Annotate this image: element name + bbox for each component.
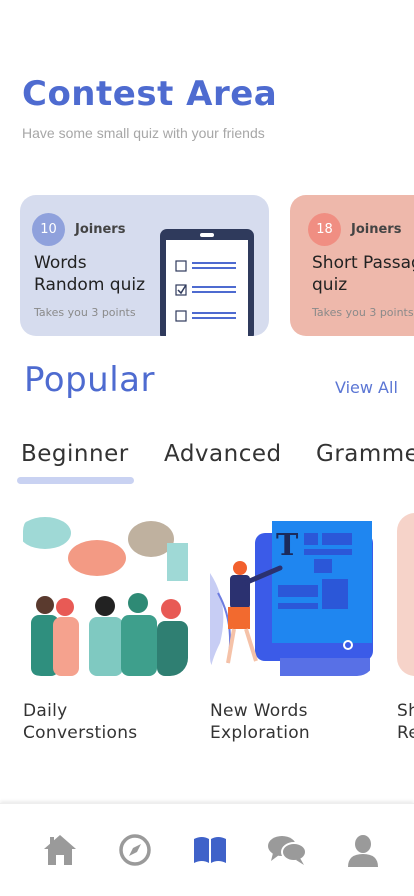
- quiz-card-points: Takes you 3 points: [34, 306, 136, 319]
- lesson-image-people-talking: [23, 513, 188, 676]
- lesson-image-partial: [397, 513, 414, 676]
- quiz-card-title-line2: Random quiz: [34, 275, 145, 295]
- tab-beginner[interactable]: Beginner: [21, 441, 129, 467]
- popular-section-title: Popular: [24, 360, 155, 400]
- lesson-title-line1: Sh: [397, 701, 414, 721]
- lesson-title-line1: New Words: [210, 701, 308, 721]
- lesson-title: Daily Converstions: [23, 700, 193, 744]
- nav-explore[interactable]: [115, 830, 155, 870]
- nav-home[interactable]: [40, 830, 80, 870]
- tablet-checklist-illustration: [160, 229, 254, 336]
- quiz-card-carousel[interactable]: 10 Joiners Words Random quiz Takes you 3…: [20, 195, 414, 336]
- lesson-title: Sh Re: [397, 700, 414, 744]
- profile-icon: [348, 835, 378, 867]
- joiners-count-badge: 18: [308, 213, 341, 246]
- lesson-image-reading-screen: T: [210, 513, 375, 676]
- tab-grammer[interactable]: Grammer: [316, 441, 414, 467]
- compass-icon: [119, 834, 151, 866]
- lesson-card-partial[interactable]: Sh Re: [397, 513, 414, 744]
- quiz-card-words[interactable]: 10 Joiners Words Random quiz Takes you 3…: [20, 195, 269, 336]
- lesson-title-line2: Converstions: [23, 723, 138, 743]
- joiners-count-badge: 10: [32, 213, 65, 246]
- chat-icon: [268, 836, 307, 865]
- joiners-label: Joiners: [75, 222, 126, 237]
- joiners-info: 10 Joiners: [32, 213, 125, 246]
- page-title: Contest Area: [22, 74, 278, 114]
- people-talking-illustration: [23, 513, 188, 676]
- book-icon: [194, 837, 226, 863]
- quiz-card-title-line2: quiz: [312, 275, 348, 295]
- nav-chat[interactable]: [267, 830, 307, 870]
- view-all-link[interactable]: View All: [335, 378, 398, 397]
- lesson-card-daily-conversations[interactable]: Daily Converstions: [23, 513, 193, 744]
- nav-lessons[interactable]: [190, 830, 230, 870]
- quiz-card-title-line1: Short Passage: [312, 253, 414, 273]
- nav-profile[interactable]: [343, 830, 383, 870]
- quiz-card-title: Short Passage quiz: [312, 252, 414, 296]
- lesson-title-line2: Re: [397, 723, 414, 743]
- joiners-info: 18 Joiners: [308, 213, 401, 246]
- home-icon: [44, 835, 76, 865]
- header: Contest Area Have some small quiz with y…: [22, 72, 277, 141]
- quiz-card-short-passage[interactable]: 18 Joiners Short Passage quiz Takes you …: [290, 195, 414, 336]
- lesson-title-line1: Daily: [23, 701, 68, 721]
- quiz-card-title-line1: Words: [34, 253, 87, 273]
- bottom-navigation: [0, 803, 414, 896]
- quiz-card-title: Words Random quiz: [34, 252, 145, 296]
- lesson-carousel[interactable]: Daily Converstions T New Words Explorati…: [0, 513, 414, 753]
- monitor-reading-illustration: T: [210, 513, 375, 676]
- tab-advanced[interactable]: Advanced: [164, 441, 282, 467]
- page-subtitle: Have some small quiz with your friends: [22, 125, 265, 141]
- lesson-title: New Words Exploration: [210, 700, 380, 744]
- svg-text:T: T: [276, 528, 299, 563]
- lesson-title-line2: Exploration: [210, 723, 310, 743]
- quiz-card-points: Takes you 3 points: [312, 306, 414, 319]
- level-tabs: Beginner Advanced Grammer: [0, 441, 414, 489]
- joiners-label: Joiners: [351, 222, 402, 237]
- active-tab-indicator: [17, 477, 134, 484]
- lesson-card-new-words[interactable]: T New Words Exploration: [210, 513, 380, 744]
